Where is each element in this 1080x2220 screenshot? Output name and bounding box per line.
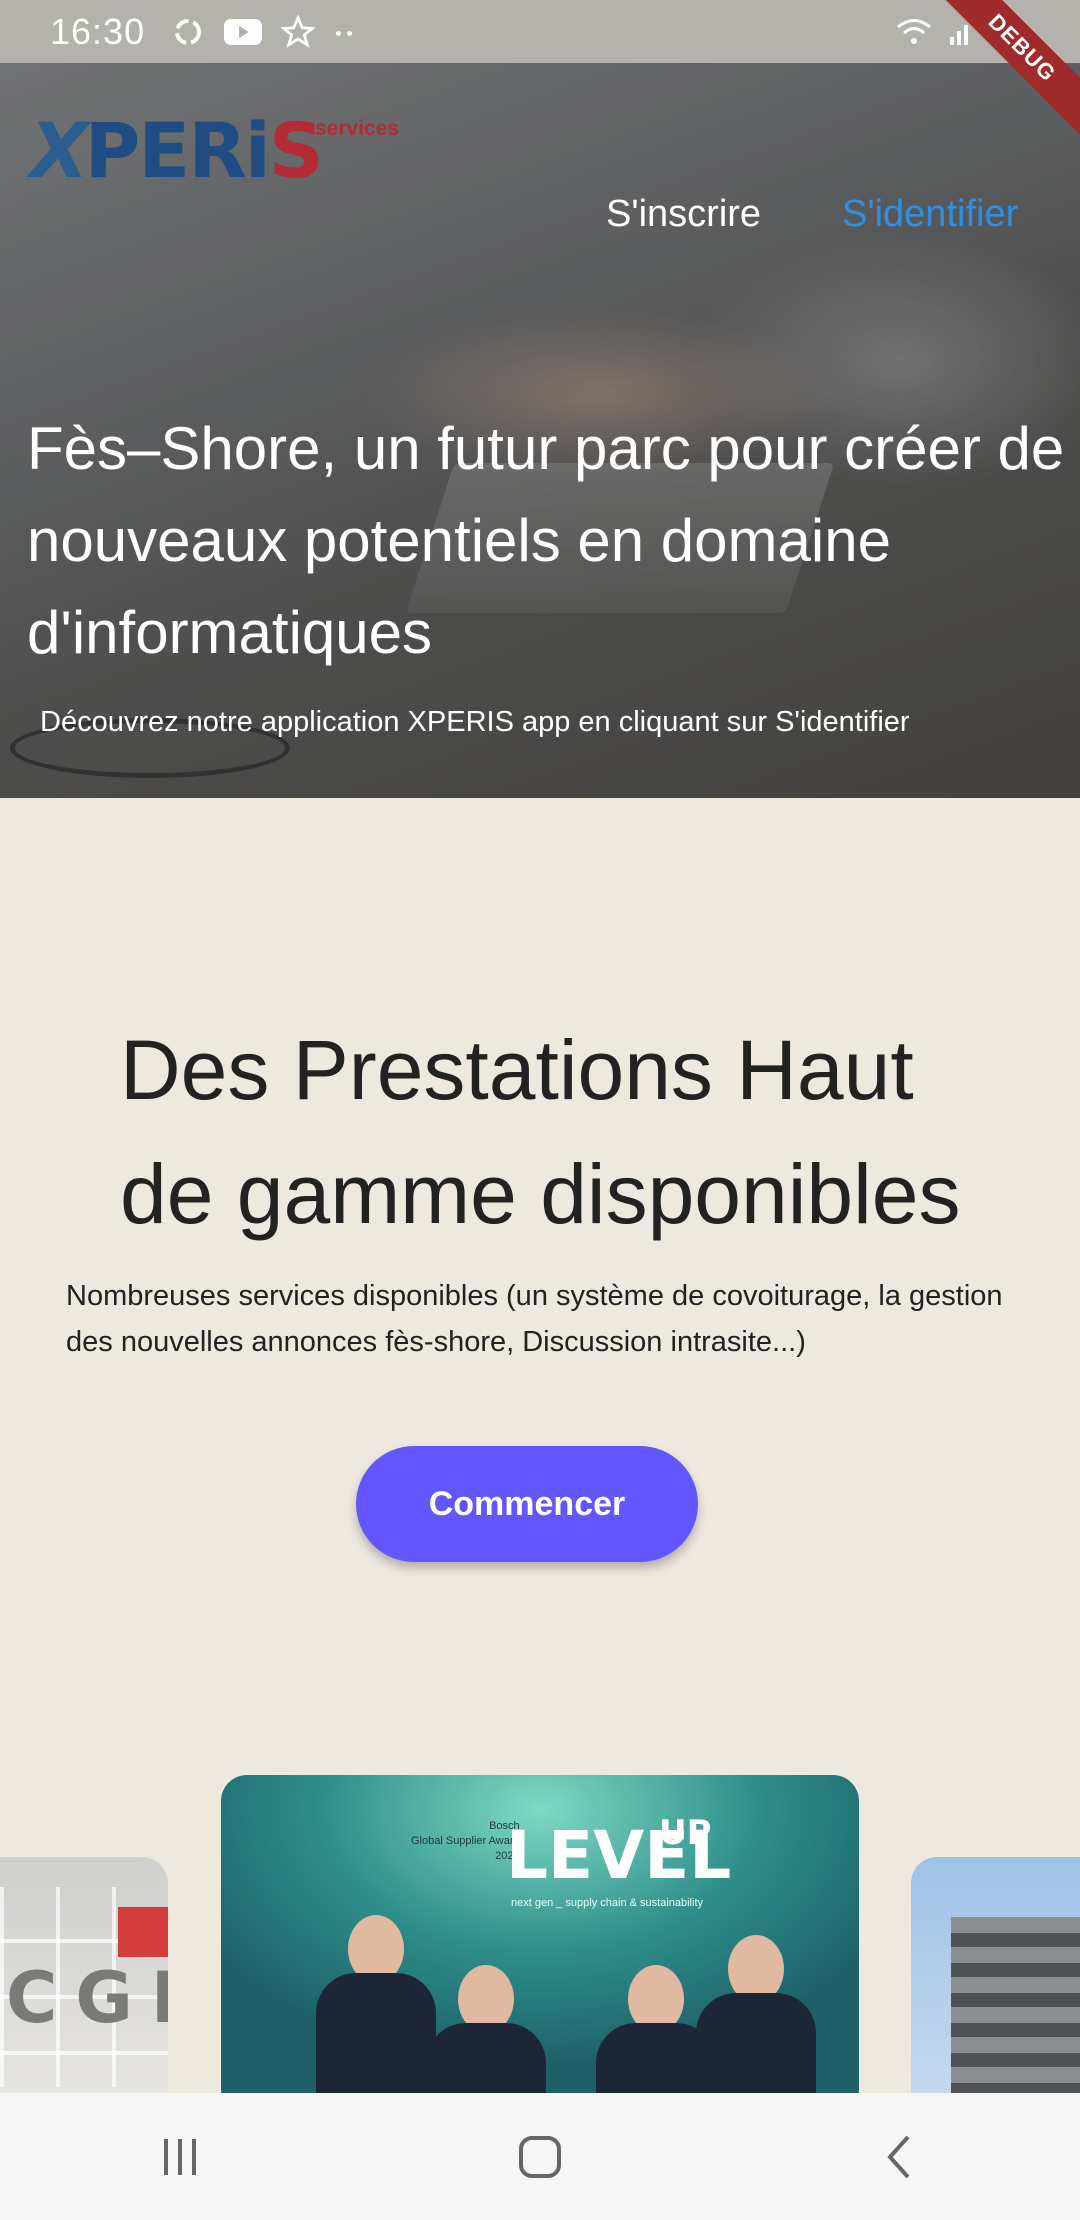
back-button[interactable] <box>840 2112 960 2202</box>
hero-section: X PERi S services GROUPE CDG S'inscrire S'… <box>0 63 1080 798</box>
logo-services-label: services <box>315 117 400 140</box>
award-person <box>421 1965 551 2095</box>
youtube-icon <box>224 18 263 45</box>
wifi-icon <box>897 18 931 44</box>
carousel-card-award[interactable]: Bosch Global Supplier Award 2023 LEVEL U… <box>221 1775 859 2095</box>
hero-subtitle: Découvrez notre application XPERIS app e… <box>40 706 910 738</box>
logo-subtitle: GROUPE CDG <box>30 191 113 205</box>
status-icons-left <box>171 14 355 49</box>
award-headline-sup: UP <box>659 1813 712 1853</box>
system-nav-bar <box>0 2093 1080 2220</box>
register-link[interactable]: S'inscrire <box>606 193 761 236</box>
hero-title: Fès–Shore, un futur parc pour créer de n… <box>27 415 1065 666</box>
award-tagline: next gen _ supply chain & sustainability <box>511 1897 704 1909</box>
login-link[interactable]: S'identifier <box>842 193 1018 236</box>
status-bar: 16:30 <box>0 0 1080 63</box>
award-small-text: Bosch Global Supplier Award 2023 <box>411 1820 520 1862</box>
logo-wordmark: X PERi S <box>30 106 324 195</box>
carousel-card-building[interactable] <box>911 1857 1080 2095</box>
status-time: 16:30 <box>50 10 146 52</box>
services-title: Des Prestations Haut de gamme disponible… <box>120 1023 961 1241</box>
award-person <box>691 1935 821 2095</box>
recent-apps-icon <box>164 2138 196 2175</box>
star-icon <box>281 14 316 48</box>
more-dots-icon <box>333 23 355 41</box>
xperis-logo[interactable]: X PERi S services GROUPE CDG <box>30 106 399 206</box>
recent-apps-button[interactable] <box>120 2112 240 2202</box>
cgi-sign-text: CGI <box>6 1957 168 2039</box>
services-description: Nombreuses services disponibles (un syst… <box>66 1280 1003 1358</box>
back-icon <box>887 2135 910 2178</box>
building-image <box>951 1917 1080 2095</box>
image-carousel[interactable]: CGI Bosch Global Supplier Award 2023 LEV… <box>0 1775 1080 2095</box>
home-button[interactable] <box>480 2112 600 2202</box>
home-icon <box>519 2135 561 2178</box>
start-button[interactable]: Commencer <box>356 1446 698 1562</box>
carousel-card-cgi[interactable]: CGI <box>0 1857 168 2095</box>
sync-icon <box>175 18 202 45</box>
